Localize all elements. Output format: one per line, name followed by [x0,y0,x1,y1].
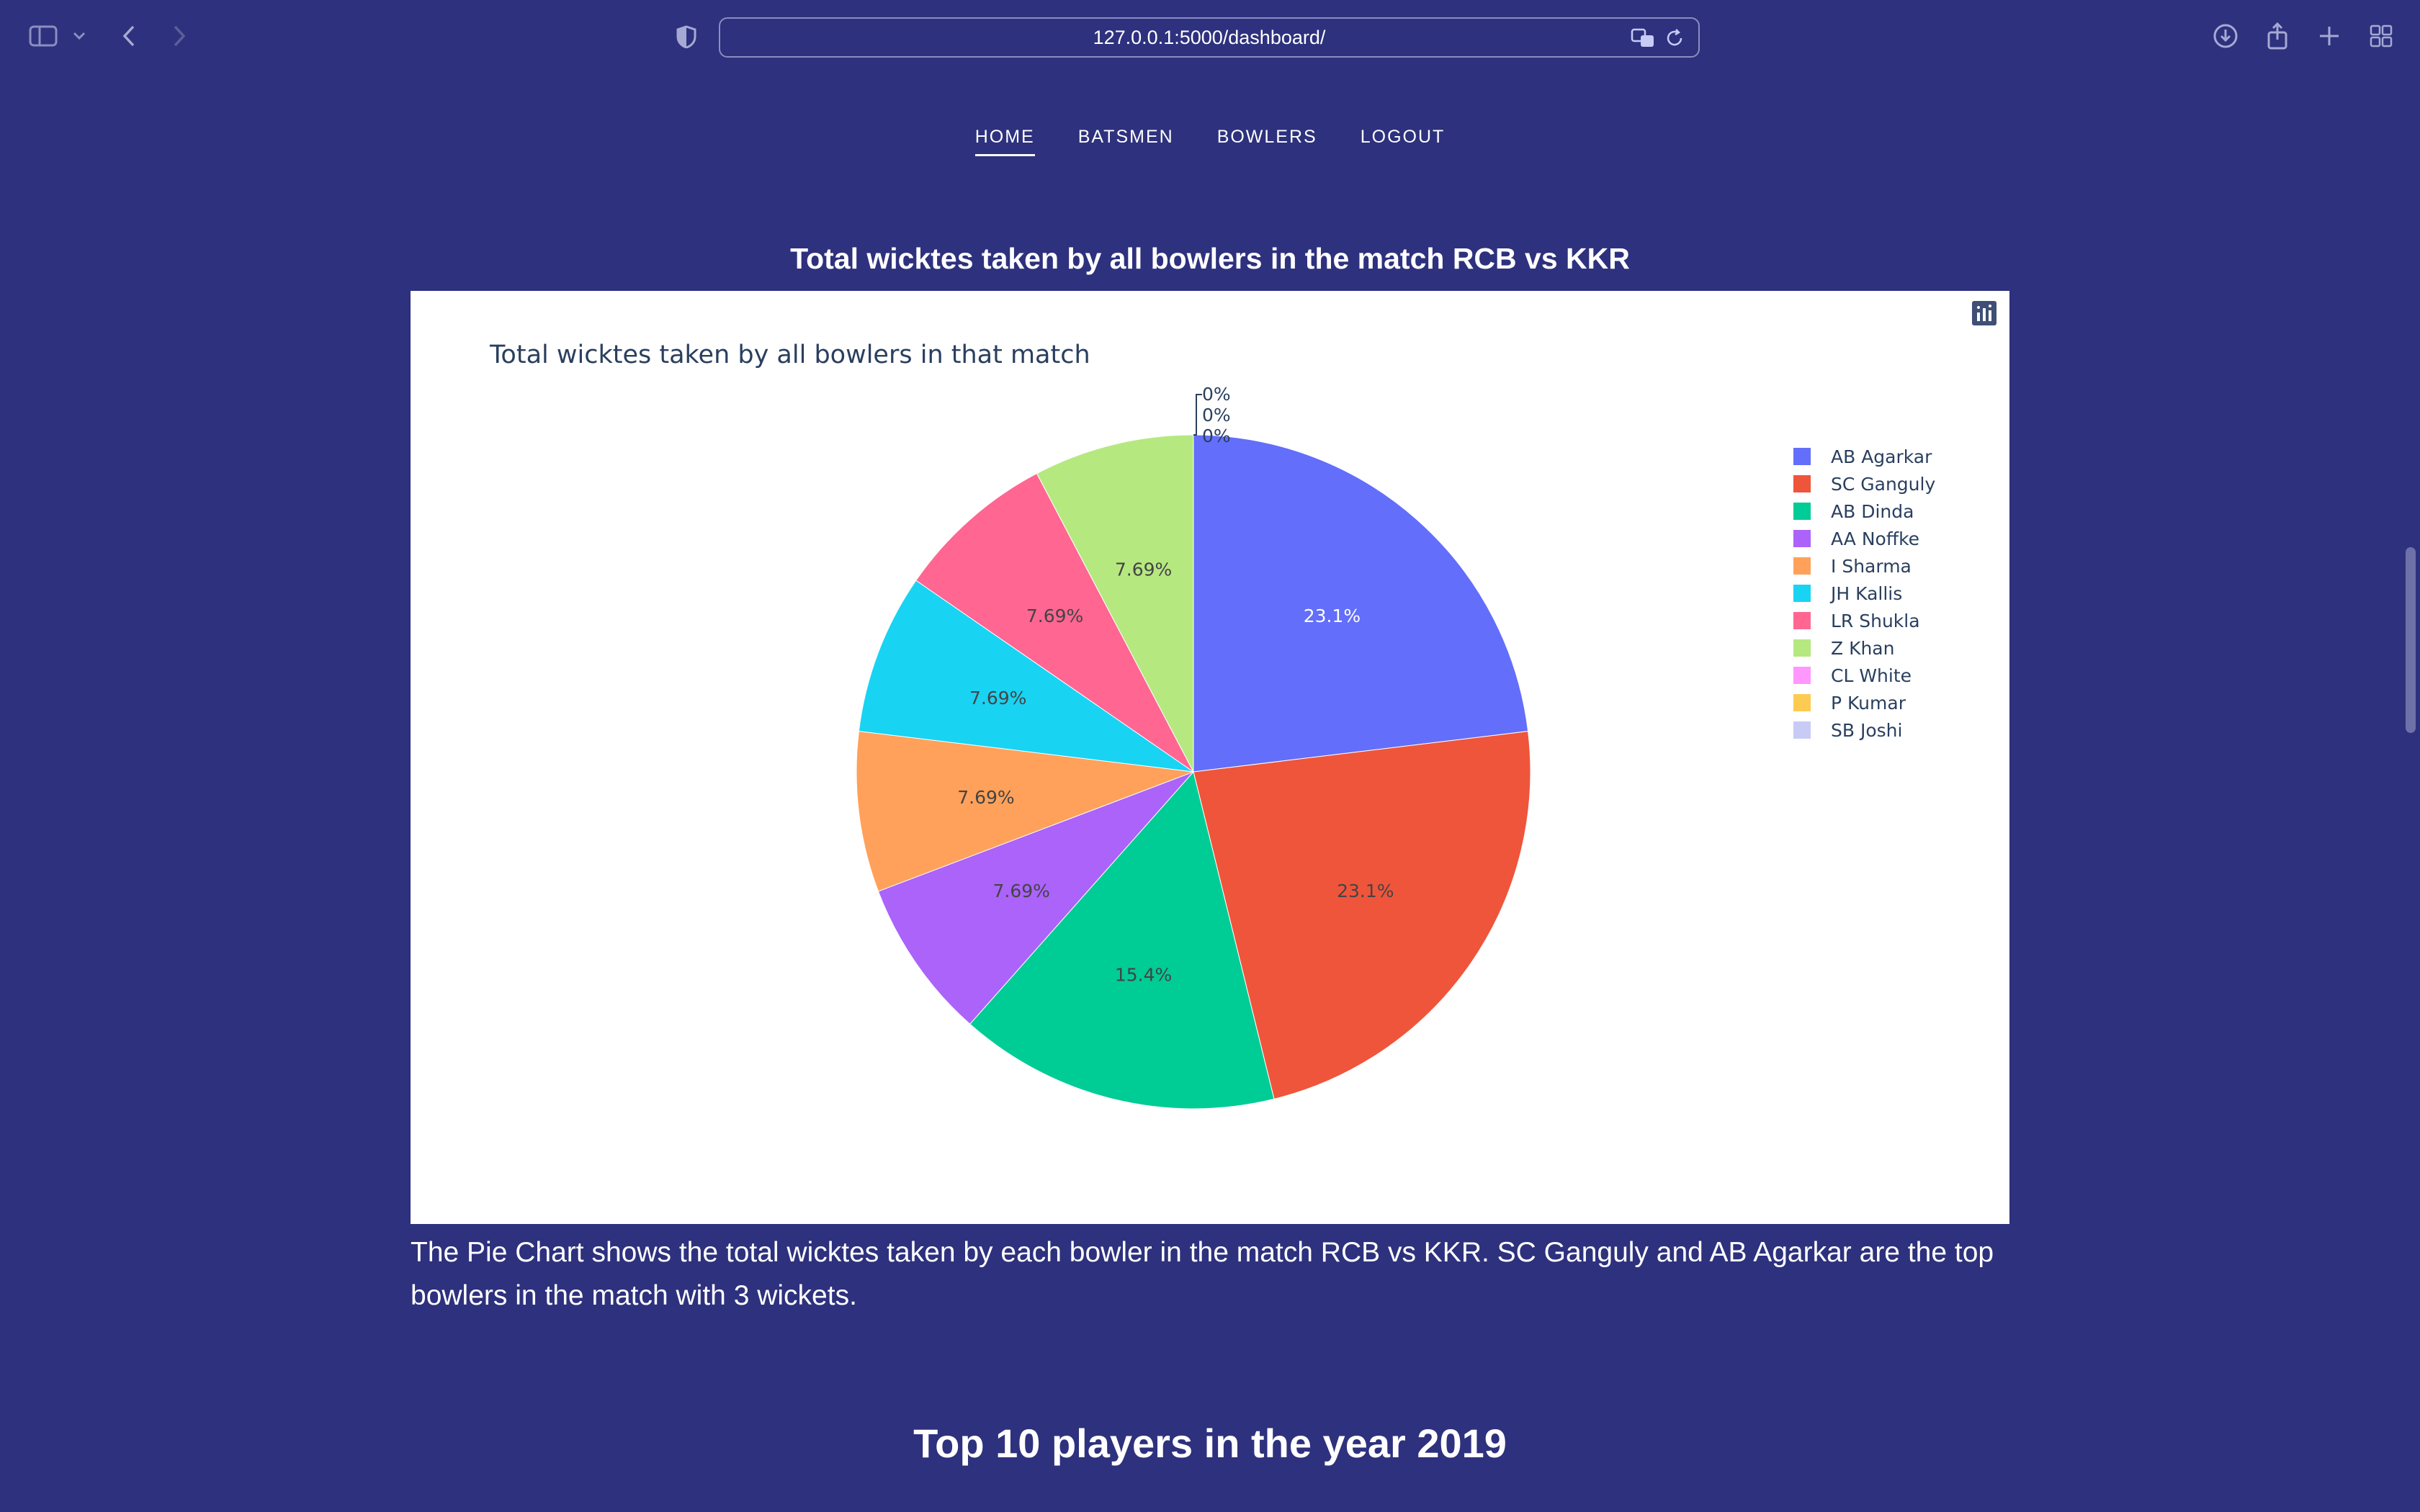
browser-toolbar: 127.0.0.1:5000/dashboard/ [0,0,2420,72]
legend-item-sb-joshi[interactable]: SB Joshi [1793,720,1902,741]
legend-item-z-khan[interactable]: Z Khan [1793,638,1894,659]
legend-swatch [1793,721,1811,739]
legend-label: SC Ganguly [1831,474,1935,495]
pie-slice-ab-agarkar[interactable] [1193,434,1529,773]
legend-swatch [1793,639,1811,657]
page-scrollbar[interactable] [2406,547,2416,733]
legend-item-jh-kallis[interactable]: JH Kallis [1793,583,1902,604]
new-tab-icon[interactable] [2315,22,2344,50]
legend-swatch [1793,557,1811,575]
reload-icon[interactable] [1664,27,1685,53]
legend-label: JH Kallis [1829,583,1902,604]
legend-swatch [1793,585,1811,602]
shield-icon[interactable] [673,23,700,50]
forward-icon[interactable] [169,22,190,50]
slice-percent-label: 23.1% [1337,881,1394,901]
slice-percent-label: 23.1% [1304,606,1361,626]
back-icon[interactable] [118,22,140,50]
slice-percent-label: 7.69% [992,881,1049,901]
slice-percent-label: 0% [1202,426,1231,446]
legend-label: Z Khan [1831,638,1894,659]
legend-label: AB Dinda [1831,501,1914,522]
legend-item-ab-dinda[interactable]: AB Dinda [1793,501,1914,522]
legend-swatch [1793,694,1811,711]
legend-item-p-kumar[interactable]: P Kumar [1793,693,1906,714]
nav-bowlers[interactable]: BOWLERS [1217,127,1317,156]
legend-label: AB Agarkar [1831,446,1932,467]
pie-chart-container: Total wicktes taken by all bowlers in th… [411,291,2009,1224]
slice-percent-label: 7.69% [957,787,1014,808]
legend-swatch [1793,667,1811,684]
chevron-down-icon[interactable] [69,27,89,45]
pie-chart: Total wicktes taken by all bowlers in th… [489,341,1935,1110]
top-players-heading: Top 10 players in the year 2019 [913,1421,1507,1466]
chart-caption: The Pie Chart shows the total wicktes ta… [411,1237,1994,1311]
legend-item-sc-ganguly[interactable]: SC Ganguly [1793,474,1935,495]
slice-percent-label: 0% [1202,405,1231,426]
site-nav: HOME BATSMEN BOWLERS LOGOUT [0,127,2420,156]
slice-percent-label: 15.4% [1115,965,1172,986]
chart-title: Total wicktes taken by all bowlers in th… [489,341,1090,369]
slice-percent-label: 7.69% [1115,559,1172,580]
url-text: 127.0.0.1:5000/dashboard/ [1093,26,1326,48]
slice-percent-label: 7.69% [1026,606,1083,626]
legend-label: CL White [1831,665,1912,686]
legend-label: AA Noffke [1831,528,1919,549]
slice-percent-label: 0% [1202,384,1231,405]
address-bar[interactable]: 127.0.0.1:5000/dashboard/ [719,17,1700,58]
legend-item-cl-white[interactable]: CL White [1793,665,1912,686]
nav-home[interactable]: HOME [974,127,1035,156]
legend-label: I Sharma [1831,556,1912,577]
legend-item-aa-noffke[interactable]: AA Noffke [1793,528,1919,549]
share-icon[interactable] [2263,20,2292,52]
legend-swatch [1793,503,1811,520]
tab-overview-icon[interactable] [2367,22,2396,50]
translate-icon[interactable] [1631,27,1657,53]
sidebar-toggle-icon[interactable] [27,23,59,49]
legend-swatch [1793,475,1811,492]
legend-swatch [1793,448,1811,465]
chart-section-heading: Total wicktes taken by all bowlers in th… [790,242,1630,275]
nav-logout[interactable]: LOGOUT [1361,127,1446,156]
legend-swatch [1793,530,1811,547]
legend-label: P Kumar [1831,693,1906,714]
slice-percent-label: 7.69% [969,688,1026,708]
legend-swatch [1793,612,1811,629]
legend-item-i-sharma[interactable]: I Sharma [1793,556,1912,577]
legend-label: SB Joshi [1831,720,1902,741]
legend-item-ab-agarkar[interactable]: AB Agarkar [1793,446,1932,467]
legend-item-lr-shukla[interactable]: LR Shukla [1793,611,1920,631]
download-icon[interactable] [2211,22,2240,50]
zero-slice-leader-line [1193,394,1202,436]
legend-label: LR Shukla [1831,611,1920,631]
nav-batsmen[interactable]: BATSMEN [1078,127,1174,156]
